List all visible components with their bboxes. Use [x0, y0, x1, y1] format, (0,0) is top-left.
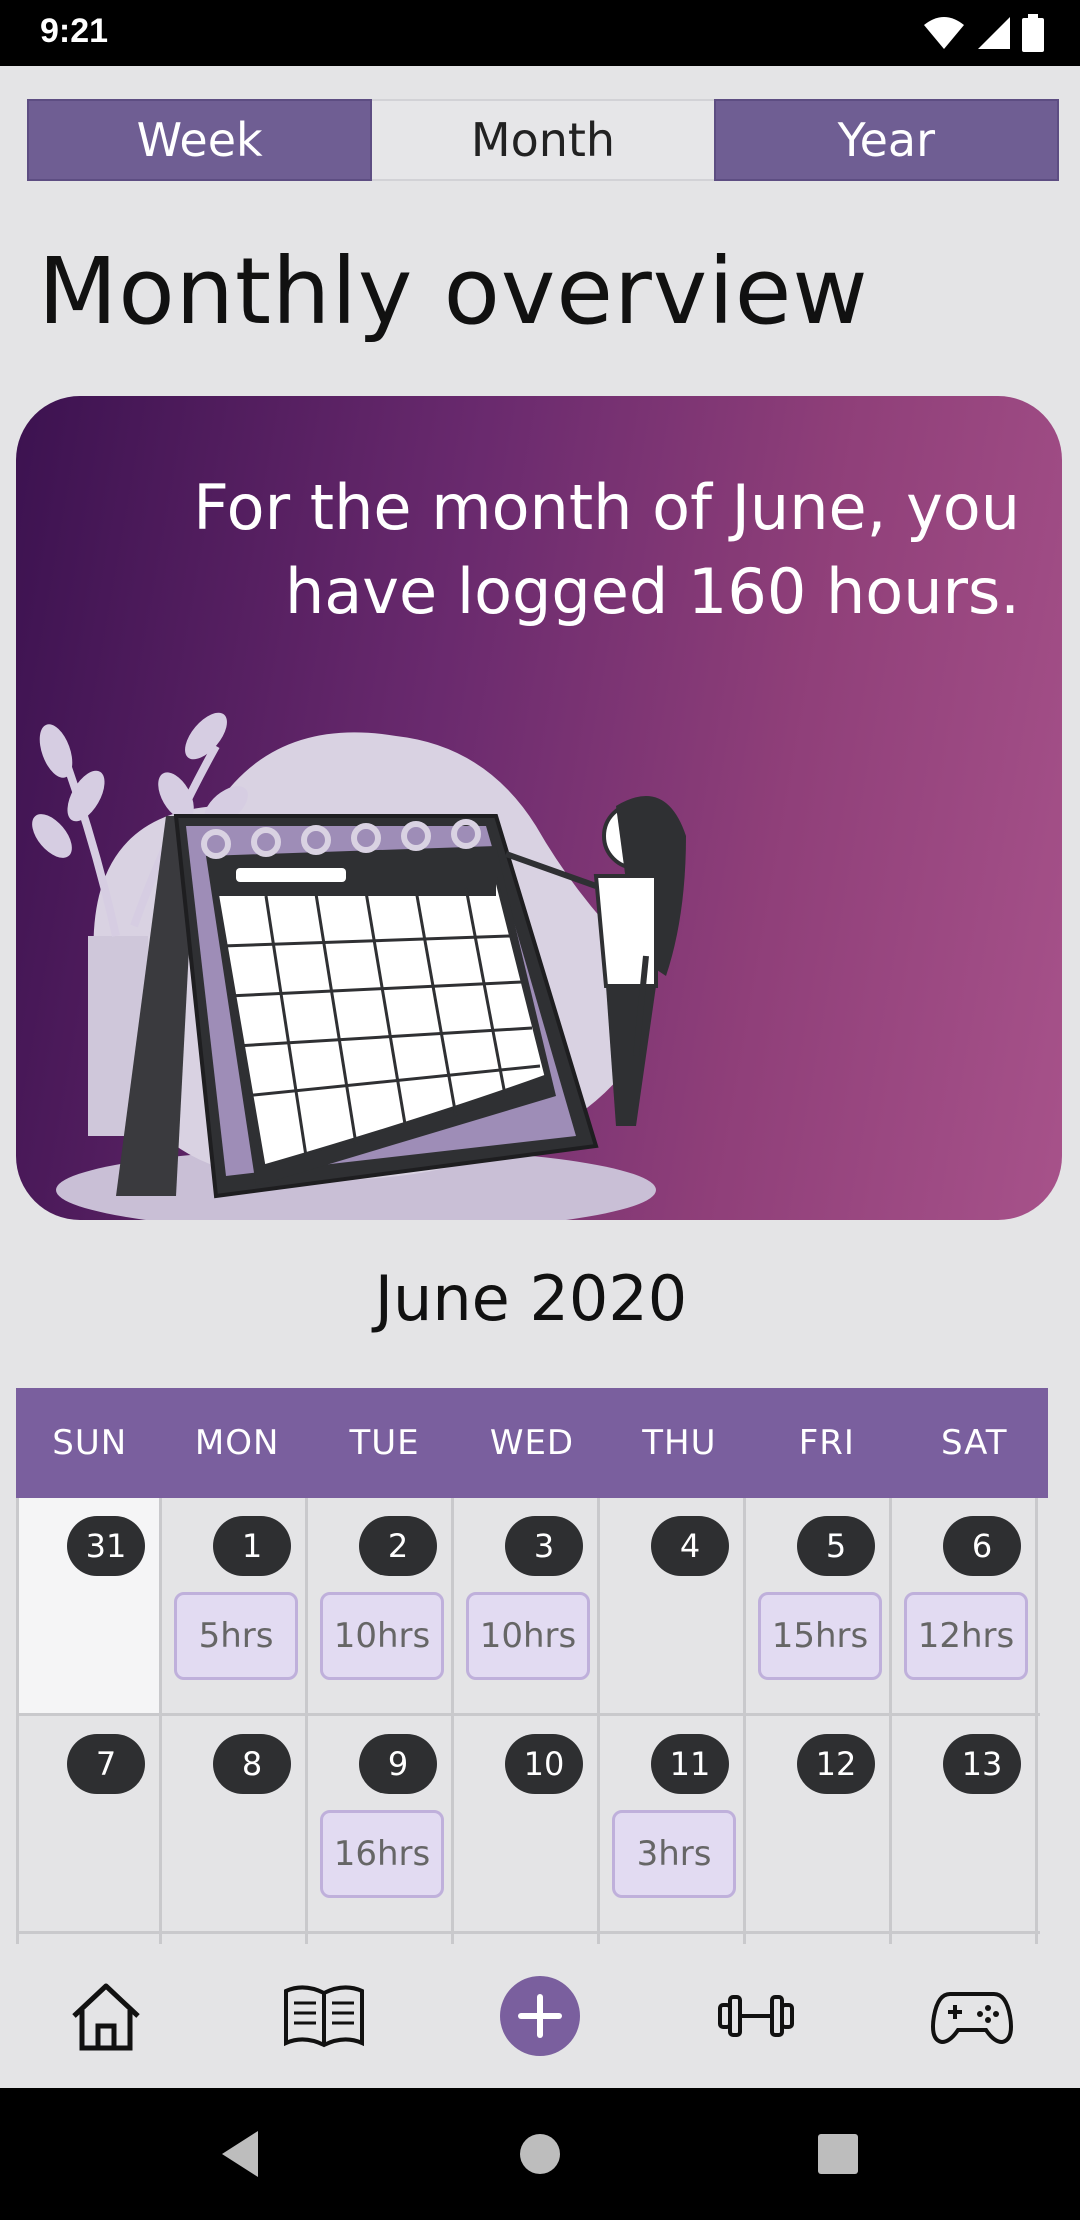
- calendar-grid: 31 1 5hrs 2 10hrs 3 10hrs 4 5 15hrs 6 12…: [16, 1498, 1040, 1944]
- status-bar: 9:21: [0, 0, 1080, 66]
- tab-year-label: Year: [837, 113, 936, 167]
- calendar-day-cell[interactable]: 5 15hrs: [746, 1498, 892, 1713]
- calendar-month-label: June 2020: [374, 1262, 688, 1335]
- day-number-badge: 5: [797, 1516, 875, 1576]
- day-number-badge: 10: [505, 1734, 583, 1794]
- tab-month-label: Month: [470, 113, 616, 167]
- day-number-badge: 4: [651, 1516, 729, 1576]
- calendar-day-cell[interactable]: 9 16hrs: [308, 1716, 454, 1931]
- day-number-badge: 1: [213, 1516, 291, 1576]
- weekday-sat: SAT: [940, 1423, 1008, 1463]
- calendar-day-cell[interactable]: 3 10hrs: [454, 1498, 600, 1713]
- status-icons: [922, 14, 1044, 52]
- calendar-day-cell[interactable]: 11 3hrs: [600, 1716, 746, 1931]
- day-number-badge: 3: [505, 1516, 583, 1576]
- summary-card: For the month of June, you have logged 1…: [16, 396, 1062, 1220]
- tab-week[interactable]: Week: [27, 99, 373, 181]
- dumbbell-icon: [718, 1995, 794, 2037]
- calendar-week-row: [16, 1934, 1040, 1944]
- system-back-button[interactable]: [208, 2122, 272, 2186]
- nav-journal-button[interactable]: [274, 1966, 374, 2066]
- tab-month[interactable]: Month: [372, 99, 714, 181]
- nav-fitness-button[interactable]: [706, 1966, 806, 2066]
- calendar-day-cell[interactable]: 6 12hrs: [892, 1498, 1038, 1713]
- weekday-thu: THU: [642, 1423, 717, 1463]
- calendar-day-cell[interactable]: 2 10hrs: [308, 1498, 454, 1713]
- status-time: 9:21: [40, 12, 109, 50]
- hours-pill[interactable]: 10hrs: [320, 1592, 444, 1680]
- calendar-day-cell[interactable]: 7: [16, 1716, 162, 1931]
- calendar-day-cell[interactable]: 10: [454, 1716, 600, 1931]
- hours-pill[interactable]: 3hrs: [612, 1810, 736, 1898]
- day-number-badge: 6: [943, 1516, 1021, 1576]
- calendar-weekday-header: SUN MON TUE WED THU FRI SAT: [16, 1388, 1048, 1498]
- weekday-mon: MON: [194, 1423, 280, 1463]
- calendar-day-cell[interactable]: 12: [746, 1716, 892, 1931]
- day-number-badge: 12: [797, 1734, 875, 1794]
- day-number-badge: 11: [651, 1734, 729, 1794]
- add-icon: [500, 1976, 580, 2056]
- bottom-nav: [0, 1946, 1080, 2088]
- nav-home-button[interactable]: [56, 1966, 156, 2066]
- day-number-badge: 7: [67, 1734, 145, 1794]
- day-number-badge: 8: [213, 1734, 291, 1794]
- hours-pill[interactable]: 15hrs: [758, 1592, 882, 1680]
- calendar-day-cell[interactable]: [16, 1934, 162, 1944]
- gamepad-icon: [931, 1992, 1013, 2045]
- day-number-badge: 13: [943, 1734, 1021, 1794]
- battery-icon: [1022, 14, 1044, 52]
- signal-icon: [978, 17, 1010, 49]
- home-icon: [72, 1983, 140, 2051]
- weekday-fri: FRI: [798, 1423, 855, 1463]
- calendar-day-cell[interactable]: 8: [162, 1716, 308, 1931]
- home-circle-icon: [520, 2134, 560, 2174]
- day-number-badge: 2: [359, 1516, 437, 1576]
- calendar-day-cell[interactable]: 13: [892, 1716, 1038, 1931]
- calendar-day-cell[interactable]: [454, 1934, 600, 1944]
- calendar-day-cell[interactable]: 4: [600, 1498, 746, 1713]
- calendar-day-cell[interactable]: 31: [16, 1498, 162, 1713]
- hours-pill[interactable]: 12hrs: [904, 1592, 1028, 1680]
- page-title: Monthly overview: [38, 238, 869, 345]
- recents-icon: [818, 2134, 858, 2174]
- weekday-sun: SUN: [52, 1423, 128, 1463]
- system-nav-bar: [0, 2088, 1080, 2220]
- period-tabs: Week Month Year: [27, 99, 1059, 181]
- calendar-day-cell[interactable]: [746, 1934, 892, 1944]
- hours-pill[interactable]: 10hrs: [466, 1592, 590, 1680]
- calendar-week-row: 31 1 5hrs 2 10hrs 3 10hrs 4 5 15hrs 6 12…: [16, 1498, 1040, 1716]
- hours-pill[interactable]: 5hrs: [174, 1592, 298, 1680]
- calendar-illustration: [32, 712, 686, 1220]
- tab-week-label: Week: [136, 113, 263, 167]
- day-number-badge: 9: [359, 1734, 437, 1794]
- calendar-day-cell[interactable]: [892, 1934, 1038, 1944]
- back-icon: [222, 2131, 258, 2177]
- weekday-tue: TUE: [349, 1423, 420, 1463]
- day-number-badge: 31: [67, 1516, 145, 1576]
- wifi-icon: [924, 17, 964, 49]
- system-recents-button[interactable]: [806, 2122, 870, 2186]
- weekday-wed: WED: [489, 1423, 575, 1463]
- nav-add-button[interactable]: [490, 1966, 590, 2066]
- book-icon: [284, 1985, 364, 2048]
- tab-year[interactable]: Year: [713, 99, 1059, 181]
- nav-games-button[interactable]: [922, 1966, 1022, 2066]
- calendar-day-cell[interactable]: [600, 1934, 746, 1944]
- summary-message: For the month of June, you have logged 1…: [193, 471, 1020, 628]
- system-home-button[interactable]: [508, 2122, 572, 2186]
- calendar-week-row: 7 8 9 16hrs 10 11 3hrs 12 13: [16, 1716, 1040, 1934]
- calendar-day-cell[interactable]: [162, 1934, 308, 1944]
- hours-pill[interactable]: 16hrs: [320, 1810, 444, 1898]
- calendar-day-cell[interactable]: [308, 1934, 454, 1944]
- calendar-day-cell[interactable]: 1 5hrs: [162, 1498, 308, 1713]
